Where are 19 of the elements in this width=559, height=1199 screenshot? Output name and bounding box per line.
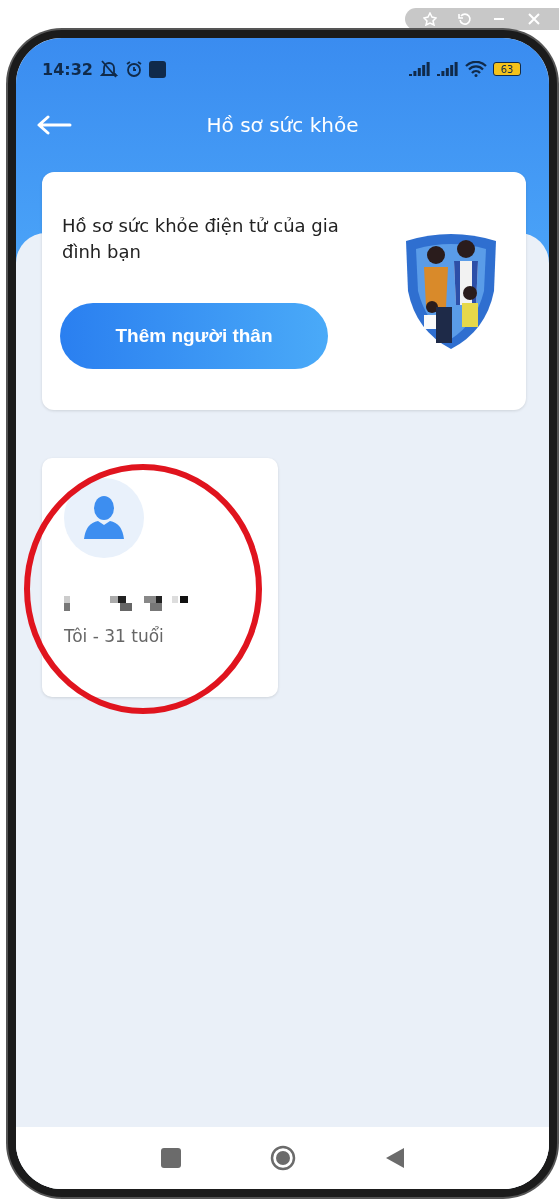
profile-card[interactable]: Tôi - 31 tuổi [42,458,278,697]
back-nav-button[interactable] [384,1147,405,1169]
battery-level: 63 [493,62,521,76]
profile-subtitle: Tôi - 31 tuổi [64,626,165,646]
home-button[interactable] [269,1145,296,1171]
recents-button[interactable] [160,1148,181,1168]
screen-title: Hồ sơ sức khỏe [205,113,360,137]
person-icon [82,495,126,541]
banner-text: Hồ sơ sức khỏe điện tử của gia đình bạn [62,214,340,264]
close-icon[interactable] [526,12,541,26]
alarm-icon [124,60,143,78]
muted-bell-icon [98,60,119,78]
signal-icon [437,62,459,76]
status-time: 14:32 [42,59,93,79]
wifi-icon [465,61,487,77]
signal-icon [409,62,431,76]
app-icon [148,60,166,78]
add-relative-button[interactable]: Thêm người thân [60,303,328,369]
rotate-icon[interactable] [457,12,472,26]
